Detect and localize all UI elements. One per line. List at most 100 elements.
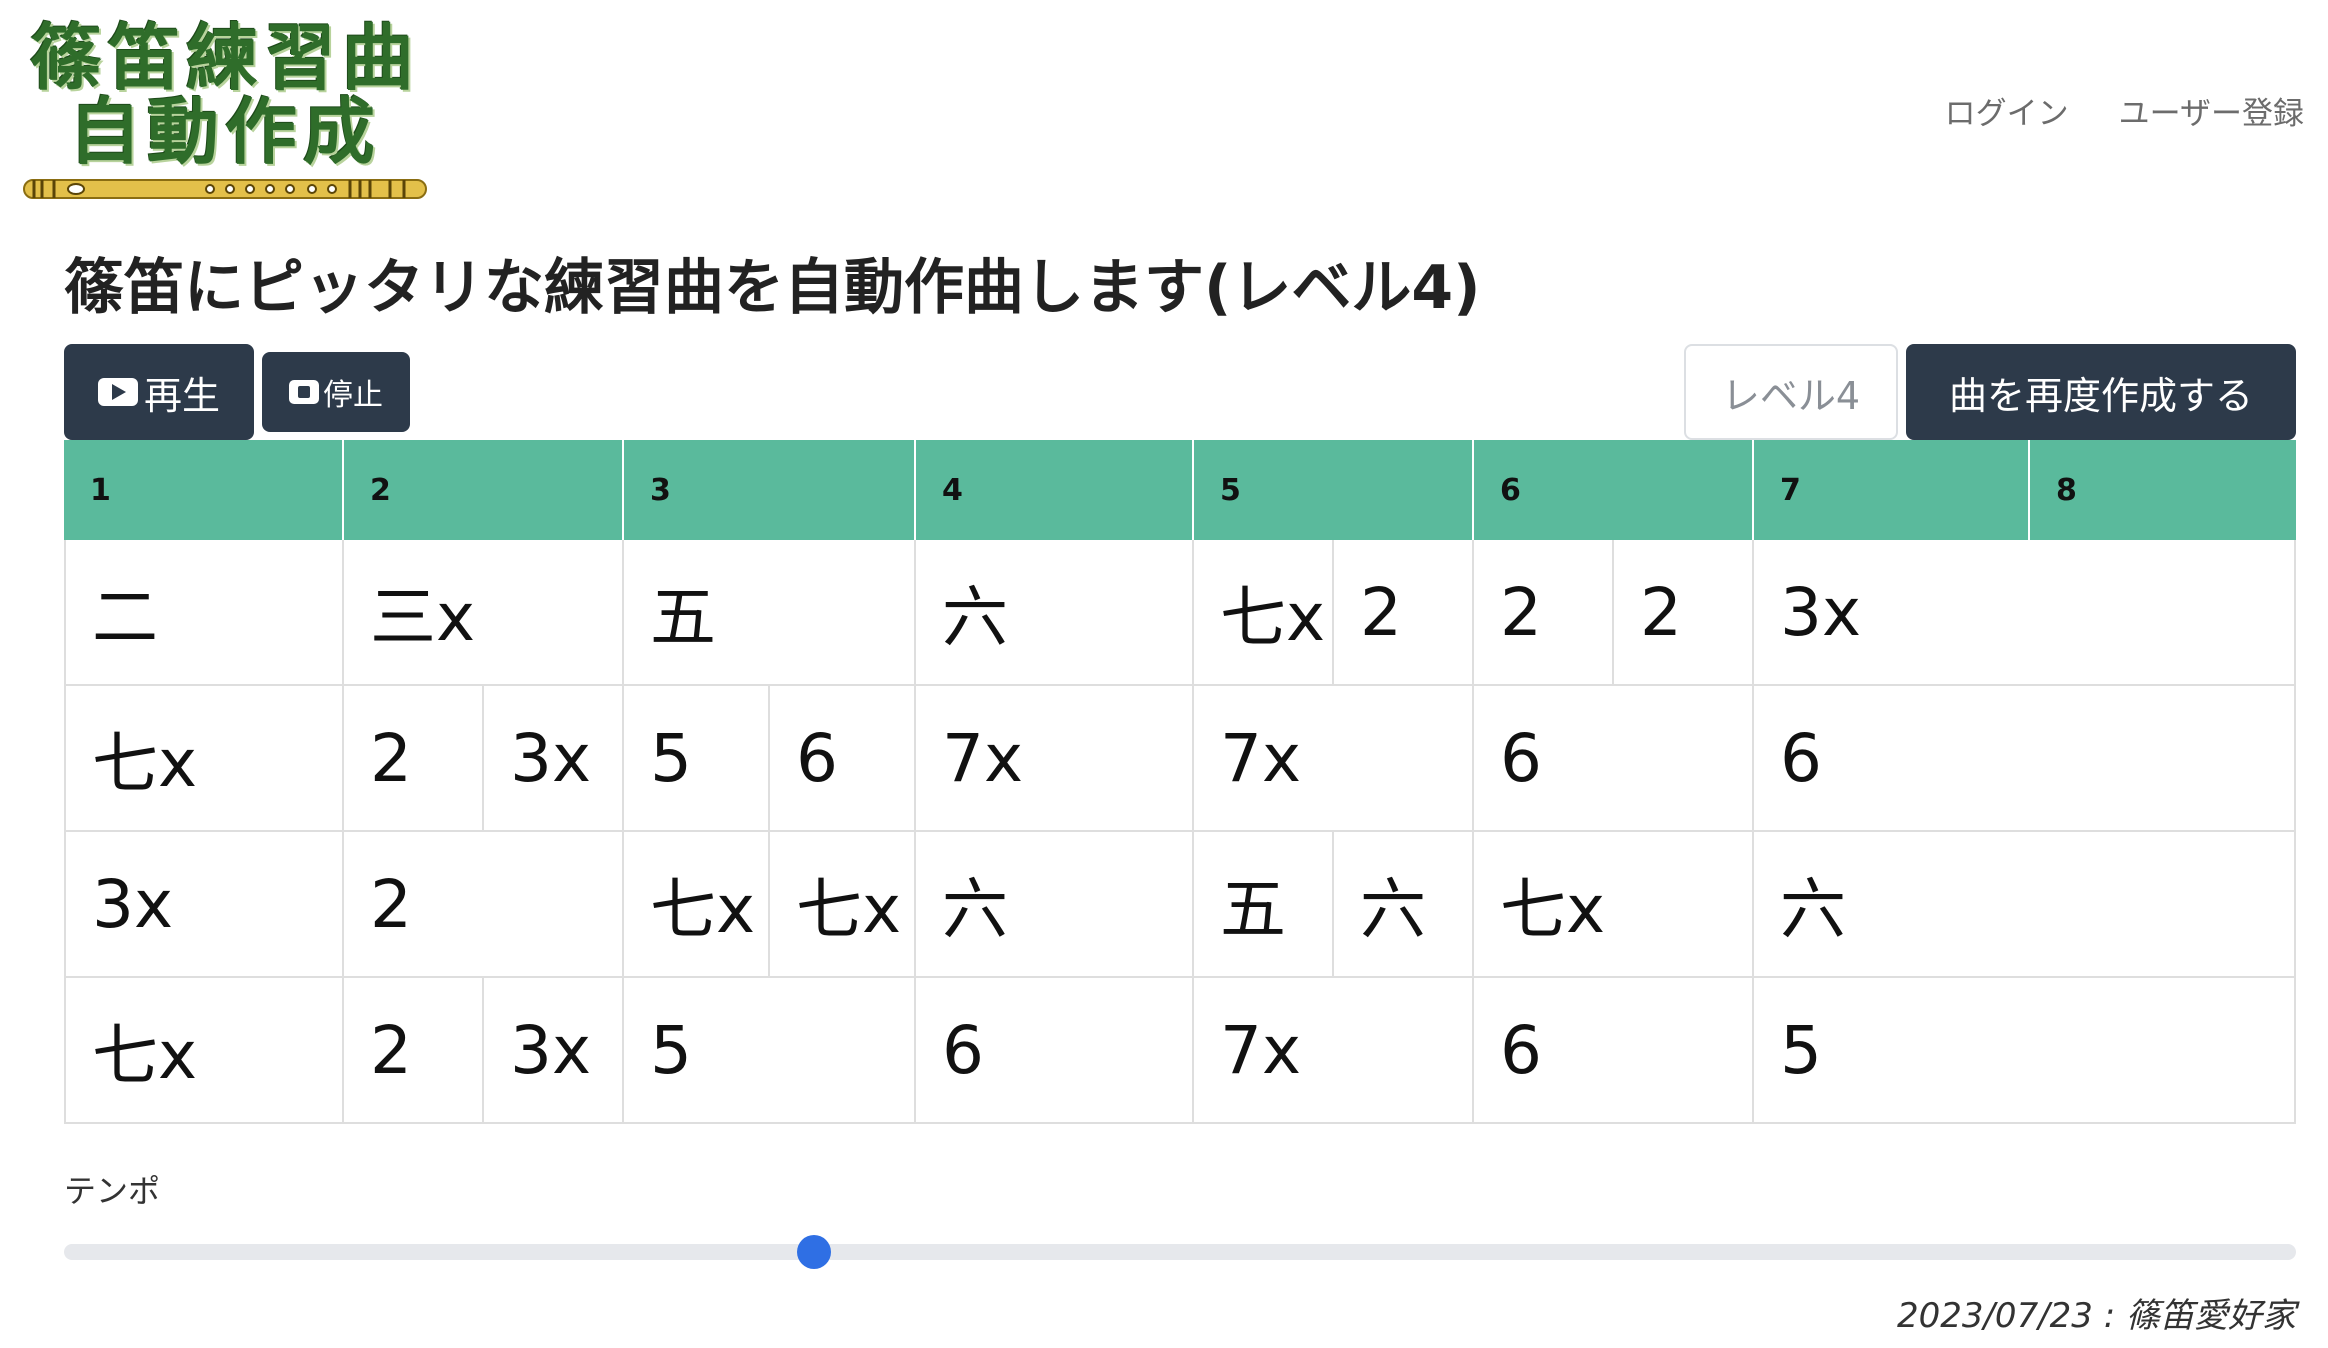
note-cell: 5 <box>1780 1011 1822 1089</box>
note-cell: 六 <box>1780 871 1846 948</box>
measure-cell: 7x <box>1194 686 1474 830</box>
score-body: 二三x 五六七x 2 2 2 3x 七x 2 3x 5 6 7x 7x 6 6 3x 2 七x 七x 六五六七x 六七x… <box>64 540 2296 1124</box>
note-cell: 三x <box>370 579 476 656</box>
note-cell: 二 <box>92 579 158 656</box>
measure-cell: 56 <box>624 686 916 830</box>
note-cell: 7x <box>1220 1011 1302 1089</box>
measure-cell: 七x <box>66 978 344 1122</box>
score-row: 3x 2 七x 七x 六五六七x 六 <box>64 832 2296 978</box>
note-cell: 七x <box>1500 871 1606 948</box>
measure-cell <box>2030 686 2294 830</box>
note-cell: 7x <box>942 719 1024 797</box>
score-row: 二三x 五六七x 2 2 2 3x <box>64 540 2296 686</box>
measure-header-2: 2 <box>344 440 624 540</box>
login-link[interactable]: ログイン <box>1945 88 2069 133</box>
measure-header-1: 1 <box>64 440 344 540</box>
note-cell: 七x <box>1220 579 1326 656</box>
note-cell: 七x <box>768 832 914 976</box>
top-nav: ログイン ユーザー登録 <box>1945 88 2304 133</box>
flute-icon <box>23 179 427 199</box>
note-cell: 2 <box>1332 540 1472 684</box>
measure-cell: 七x <box>1474 832 1754 976</box>
note-cell: 3x <box>482 978 622 1122</box>
measure-cell: 6 <box>916 978 1194 1122</box>
note-cell: 2 <box>370 865 412 943</box>
measure-cell: 3x <box>1754 540 2030 684</box>
measure-cell: 六 <box>1754 832 2030 976</box>
site-logo[interactable]: 篠笛練習曲 自動作成 <box>20 15 430 199</box>
note-cell: 六 <box>942 579 1008 656</box>
note-cell: 7x <box>1220 719 1302 797</box>
measure-header-8: 8 <box>2056 472 2077 508</box>
measure-cell: 五六 <box>1194 832 1474 976</box>
measure-cell: 六 <box>916 540 1194 684</box>
note-cell: 七x <box>92 1017 198 1094</box>
tempo-slider-fill <box>64 1244 814 1260</box>
note-cell: 5 <box>650 1011 692 1089</box>
measure-header-5: 5 <box>1194 440 1474 540</box>
measure-header-row: 12345678 <box>64 440 2296 540</box>
level-button[interactable]: レベル4 <box>1684 344 1898 440</box>
tempo-slider[interactable] <box>64 1235 2296 1269</box>
note-cell: 6 <box>942 1011 984 1089</box>
measure-cell: 七x <box>66 686 344 830</box>
note-cell: 七x <box>650 871 756 948</box>
note-cell: 6 <box>1780 719 1822 797</box>
measure-cell: 7x <box>916 686 1194 830</box>
measure-cell: 七x 2 <box>1194 540 1474 684</box>
logo-title-line-1: 篠笛練習曲 <box>29 15 420 100</box>
stop-icon <box>289 380 319 404</box>
note-cell: 3x <box>1780 573 1862 651</box>
measure-header-4: 4 <box>916 440 1194 540</box>
measure-cell: 6 <box>1754 686 2030 830</box>
note-cell: 2 <box>370 719 412 797</box>
measure-cell: 6 <box>1474 978 1754 1122</box>
measure-cell: 三x <box>344 540 624 684</box>
measure-cell: 七x 七x <box>624 832 916 976</box>
note-cell: 5 <box>650 719 692 797</box>
measure-cell: 5 <box>1754 978 2030 1122</box>
measure-cell: 五 <box>624 540 916 684</box>
measure-cell <box>2030 540 2294 684</box>
measure-header-7: 7 <box>1754 440 2030 540</box>
measure-cell: 3x <box>66 832 344 976</box>
note-cell: 6 <box>1500 1011 1542 1089</box>
score-row: 七x 2 3x 5 6 7x 6 5 <box>64 978 2296 1124</box>
note-cell: 3x <box>92 865 174 943</box>
note-cell: 2 <box>1612 540 1752 684</box>
measure-cell: 2 3x <box>344 686 624 830</box>
score-row: 七x 2 3x 5 6 7x 7x 6 6 <box>64 686 2296 832</box>
measure-cell <box>2030 832 2294 976</box>
play-button[interactable]: 再生 <box>64 344 254 440</box>
measure-header-3: 3 <box>624 440 916 540</box>
measure-cell <box>2030 978 2294 1122</box>
note-cell: 五 <box>1220 871 1286 948</box>
regenerate-button[interactable]: 曲を再度作成する <box>1906 344 2296 440</box>
score-table: 12345678 二三x 五六七x 2 2 2 3x 七x 2 3x 5 6 7x 7x 6 6 3x 2 七x 七… <box>64 440 2296 1124</box>
play-button-label: 再生 <box>143 373 220 418</box>
measure-cell: 六 <box>916 832 1194 976</box>
measure-cell: 22 <box>1474 540 1754 684</box>
note-cell: 五 <box>650 579 716 656</box>
measure-cell: 5 <box>624 978 916 1122</box>
stop-button-label: 停止 <box>323 378 383 413</box>
stop-button[interactable]: 停止 <box>262 352 410 432</box>
measure-cell: 二 <box>66 540 344 684</box>
tempo-slider-thumb[interactable] <box>796 1235 831 1269</box>
note-cell: 6 <box>768 686 914 830</box>
measure-header-6: 6 <box>1474 440 1754 540</box>
note-cell: 2 <box>1500 573 1542 651</box>
note-cell: 3x <box>482 686 622 830</box>
note-cell: 6 <box>1500 719 1542 797</box>
note-cell: 六 <box>1332 832 1472 976</box>
register-link[interactable]: ユーザー登録 <box>2119 88 2304 133</box>
play-icon <box>97 378 138 406</box>
footer-credit: 2023/07/23 : 篠笛愛好家 <box>1896 1296 2296 1336</box>
logo-title-line-2: 自動作成 <box>68 89 381 174</box>
page-title: 篠笛にピッタリな練習曲を自動作曲します(レベル4) <box>64 253 1481 323</box>
note-cell: 七x <box>92 725 198 802</box>
note-cell: 2 <box>370 1011 412 1089</box>
measure-cell: 6 <box>1474 686 1754 830</box>
measure-cell: 2 3x <box>344 978 624 1122</box>
tempo-label: テンポ <box>64 1172 161 1210</box>
